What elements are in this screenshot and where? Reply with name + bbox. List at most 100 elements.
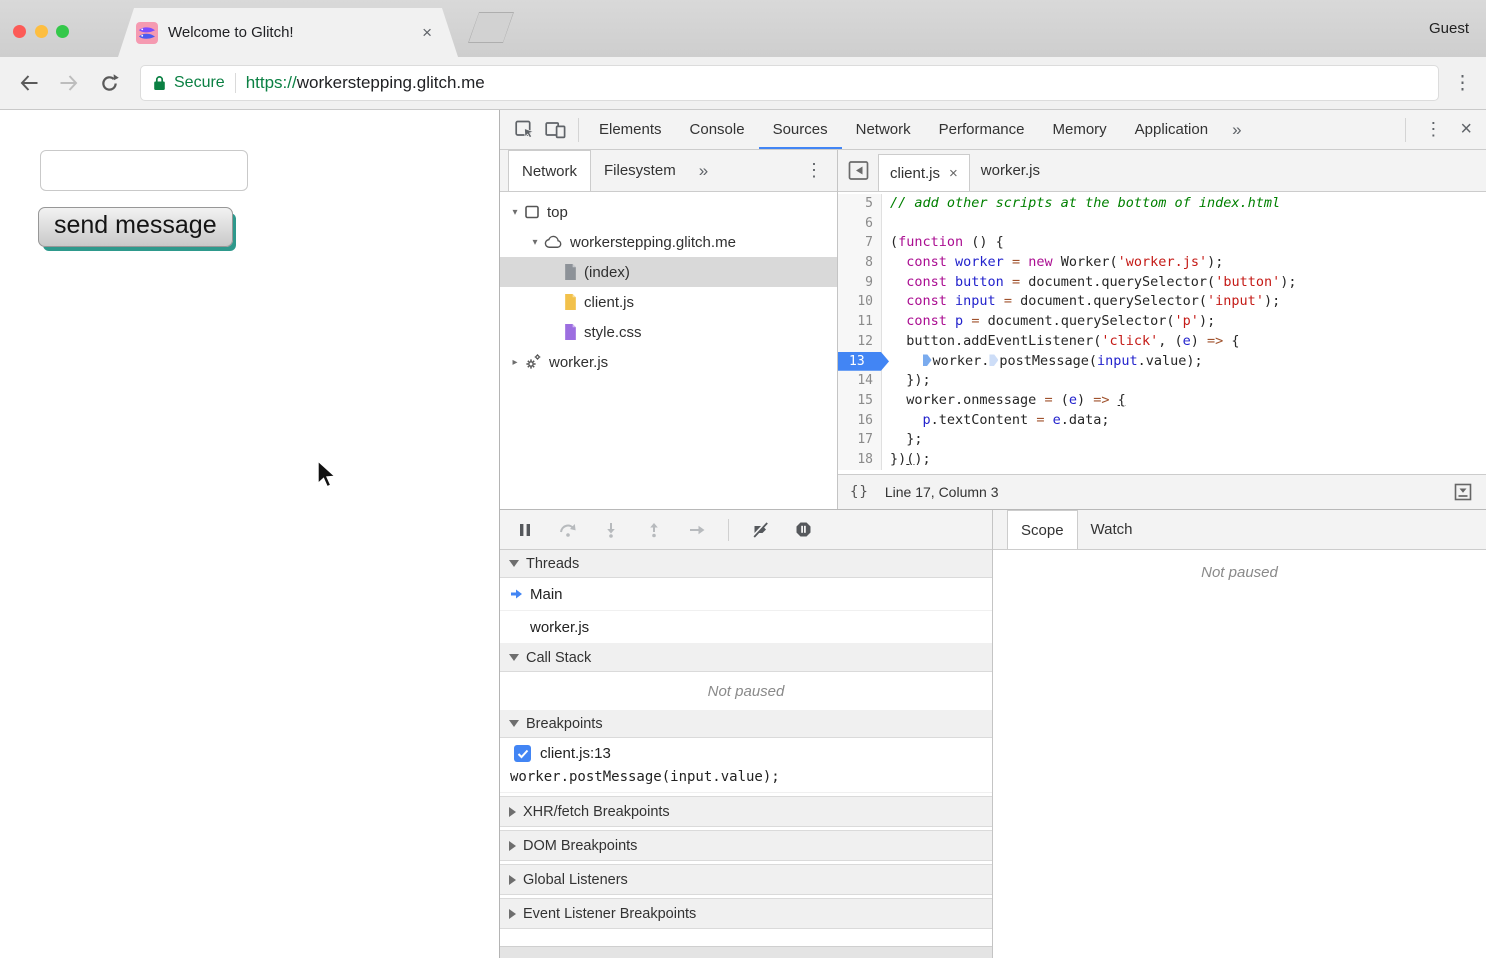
- navigator-menu-icon[interactable]: ⋮: [791, 150, 837, 191]
- line-number-7[interactable]: 7: [838, 233, 882, 253]
- line-number-12[interactable]: 12: [838, 332, 882, 352]
- reload-button[interactable]: [96, 70, 122, 96]
- threads-section-title: Threads: [526, 556, 579, 572]
- tree-item-workerstepping.glitch.me[interactable]: ▾workerstepping.glitch.me: [500, 227, 837, 257]
- current-thread-icon: [510, 586, 530, 602]
- more-tabs-icon[interactable]: »: [1222, 120, 1251, 140]
- line-number-9[interactable]: 9: [838, 273, 882, 293]
- tree-item-style.css[interactable]: style.css: [500, 317, 837, 347]
- step-out-button[interactable]: [645, 521, 663, 538]
- disclosure-collapsed-icon: [509, 909, 516, 919]
- file-purple-icon: [564, 324, 577, 340]
- thread-item-worker-js[interactable]: worker.js: [500, 611, 992, 644]
- toggle-drawer-icon[interactable]: [1454, 483, 1472, 501]
- devtools-close-icon[interactable]: ×: [1454, 118, 1486, 141]
- forward-button[interactable]: [56, 70, 82, 96]
- navigator-tab-filesystem[interactable]: Filesystem: [591, 150, 689, 191]
- devtools-tab-console[interactable]: Console: [676, 110, 759, 149]
- content-area: send message ElementsConsoleSourcesNetwo…: [0, 110, 1486, 958]
- back-button[interactable]: [16, 70, 42, 96]
- devtools-tab-sources[interactable]: Sources: [759, 110, 842, 149]
- tree-item-worker.js[interactable]: ▸worker.js: [500, 347, 837, 377]
- line-number-8[interactable]: 8: [838, 253, 882, 273]
- new-tab-button[interactable]: [468, 12, 514, 43]
- profile-guest-label[interactable]: Guest: [1429, 20, 1469, 37]
- device-toolbar-icon[interactable]: [542, 117, 568, 143]
- browser-menu-icon[interactable]: ⋮: [1453, 72, 1472, 95]
- line-number-11[interactable]: 11: [838, 312, 882, 332]
- step-into-button[interactable]: [602, 521, 620, 538]
- devtools-tab-network[interactable]: Network: [842, 110, 925, 149]
- step-into-icon: [604, 522, 618, 538]
- close-window-button[interactable]: [13, 25, 26, 38]
- breakpoint-marker[interactable]: 13: [838, 352, 889, 371]
- line-number-15[interactable]: 15: [838, 391, 882, 411]
- tree-item--index-[interactable]: (index): [500, 257, 837, 287]
- editor-tab-client-js[interactable]: client.js×: [878, 154, 970, 191]
- devtools-tab-memory[interactable]: Memory: [1039, 110, 1121, 149]
- resume-pause-button[interactable]: [516, 521, 534, 538]
- section-title: Global Listeners: [523, 872, 628, 888]
- titlebar: Welcome to Glitch! × Guest: [0, 0, 1486, 57]
- deactivate-breakpoints-button[interactable]: [751, 521, 769, 538]
- section-title: Event Listener Breakpoints: [523, 906, 696, 922]
- step-out-icon: [647, 522, 661, 538]
- navigator-tab-network[interactable]: Network: [508, 150, 591, 191]
- scope-watch-pane: ScopeWatch Not paused: [993, 510, 1486, 958]
- breakpoint-row[interactable]: client.js:13: [514, 745, 992, 762]
- disclosure-collapsed-icon[interactable]: ▸: [508, 357, 522, 368]
- collapse-sidebar-icon[interactable]: [838, 150, 878, 191]
- scope-empty-message: Not paused: [993, 550, 1486, 581]
- devtools-tab-application[interactable]: Application: [1121, 110, 1222, 149]
- line-number-14[interactable]: 14: [838, 371, 882, 391]
- minimize-window-button[interactable]: [35, 25, 48, 38]
- line-number-10[interactable]: 10: [838, 292, 882, 312]
- disclosure-expanded-icon[interactable]: ▾: [528, 237, 542, 248]
- section-header-xhr-fetch-breakpoints[interactable]: XHR/fetch Breakpoints: [500, 796, 992, 827]
- code-lines[interactable]: 5// add other scripts at the bottom of i…: [838, 192, 1486, 474]
- thread-item-Main[interactable]: Main: [500, 578, 992, 611]
- navigator-more-tabs-icon[interactable]: »: [689, 150, 718, 191]
- navigator-tab-strip: NetworkFilesystem» ⋮: [500, 150, 837, 192]
- threads-section-header[interactable]: Threads: [500, 550, 992, 578]
- code-line: 12 button.addEventListener('click', (e) …: [838, 332, 1486, 352]
- message-input[interactable]: [40, 150, 248, 191]
- browser-tab[interactable]: Welcome to Glitch! ×: [118, 8, 458, 57]
- breakpoint-checkbox[interactable]: [514, 745, 531, 762]
- tab-close-icon[interactable]: ×: [422, 24, 432, 41]
- zoom-window-button[interactable]: [56, 25, 69, 38]
- line-number-17[interactable]: 17: [838, 430, 882, 450]
- section-header-event-listener-breakpoints[interactable]: Event Listener Breakpoints: [500, 898, 992, 929]
- pretty-print-button[interactable]: {}: [850, 484, 869, 500]
- devtools-menu-icon[interactable]: ⋮: [1412, 119, 1454, 140]
- disclosure-collapsed-icon: [509, 875, 516, 885]
- step-button[interactable]: [688, 521, 706, 538]
- tree-item-top[interactable]: ▾top: [500, 197, 837, 227]
- scope-watch-tab-scope[interactable]: Scope: [1007, 510, 1078, 549]
- call-stack-section-header[interactable]: Call Stack: [500, 644, 992, 672]
- line-number-6[interactable]: 6: [838, 214, 882, 234]
- line-number-5[interactable]: 5: [838, 194, 882, 214]
- line-number-16[interactable]: 16: [838, 411, 882, 431]
- send-message-button[interactable]: send message: [38, 207, 233, 247]
- line-number-13[interactable]: 13: [838, 352, 882, 372]
- inline-breakpoint-icon[interactable]: [923, 354, 932, 366]
- step-over-button[interactable]: [559, 521, 577, 538]
- pause-on-exceptions-button[interactable]: [794, 521, 812, 538]
- section-header-dom-breakpoints[interactable]: DOM Breakpoints: [500, 830, 992, 861]
- section-header-global-listeners[interactable]: Global Listeners: [500, 864, 992, 895]
- inspect-element-icon[interactable]: [512, 117, 538, 143]
- browser-window: Welcome to Glitch! × Guest Secure https:…: [0, 0, 1486, 958]
- disclosure-expanded-icon[interactable]: ▾: [508, 207, 522, 218]
- editor-tab-worker-js[interactable]: worker.js: [970, 150, 1051, 191]
- code-line: 6: [838, 214, 1486, 234]
- scope-watch-tab-watch[interactable]: Watch: [1078, 510, 1146, 549]
- address-bar[interactable]: Secure https://workerstepping.glitch.me: [140, 65, 1439, 101]
- devtools-tab-elements[interactable]: Elements: [585, 110, 676, 149]
- devtools-tab-performance[interactable]: Performance: [925, 110, 1039, 149]
- tab-close-icon[interactable]: ×: [949, 165, 958, 182]
- line-number-18[interactable]: 18: [838, 450, 882, 470]
- inline-breakpoint-candidate-icon[interactable]: [989, 354, 998, 366]
- breakpoints-section-header[interactable]: Breakpoints: [500, 710, 992, 738]
- tree-item-client.js[interactable]: client.js: [500, 287, 837, 317]
